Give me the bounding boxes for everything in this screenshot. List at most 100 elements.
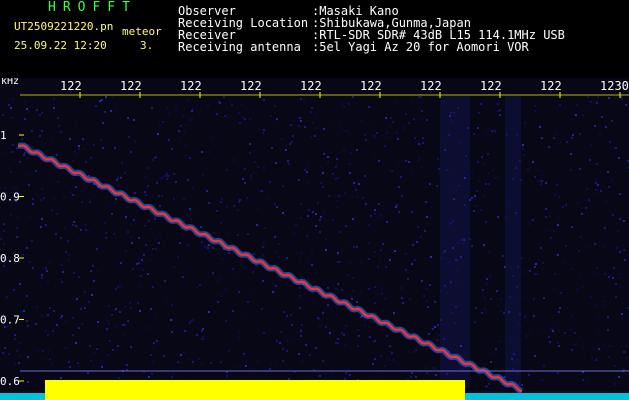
- noise-speck: [553, 288, 555, 290]
- noise-speck: [485, 183, 487, 185]
- noise-speck: [111, 213, 113, 215]
- noise-speck: [529, 332, 531, 334]
- noise-speck: [261, 190, 263, 192]
- noise-speck: [182, 276, 184, 278]
- time-tick-label: 122: [420, 79, 442, 93]
- noise-speck: [357, 345, 359, 347]
- noise-speck: [418, 143, 420, 145]
- noise-speck: [413, 241, 415, 243]
- noise-speck: [145, 194, 147, 196]
- noise-speck: [233, 205, 235, 207]
- noise-speck: [144, 225, 146, 227]
- noise-speck: [320, 182, 322, 184]
- noise-speck: [391, 170, 393, 172]
- noise-speck: [187, 244, 189, 246]
- noise-speck: [498, 100, 500, 102]
- noise-speck: [299, 295, 301, 297]
- noise-speck: [45, 330, 47, 332]
- noise-speck: [487, 175, 489, 177]
- noise-speck: [27, 381, 29, 383]
- noise-speck: [212, 272, 214, 274]
- noise-speck: [429, 183, 431, 185]
- noise-speck: [336, 133, 338, 135]
- noise-speck: [364, 319, 366, 321]
- noise-speck: [146, 258, 148, 260]
- noise-speck: [173, 367, 175, 369]
- noise-speck: [161, 177, 163, 179]
- noise-speck: [618, 376, 620, 378]
- noise-speck: [187, 99, 189, 101]
- noise-speck: [159, 124, 161, 126]
- noise-speck: [182, 115, 184, 117]
- noise-speck: [397, 163, 399, 165]
- noise-speck: [356, 301, 358, 303]
- noise-speck: [298, 353, 300, 355]
- noise-speck: [337, 261, 339, 263]
- noise-speck: [540, 183, 542, 185]
- noise-speck: [567, 211, 569, 213]
- noise-speck: [120, 178, 122, 180]
- noise-speck: [222, 319, 224, 321]
- noise-speck: [121, 162, 123, 164]
- noise-speck: [586, 188, 588, 190]
- noise-speck: [258, 129, 260, 131]
- noise-speck: [557, 109, 559, 111]
- noise-speck: [150, 228, 152, 230]
- noise-speck: [117, 184, 119, 186]
- noise-speck: [234, 276, 236, 278]
- noise-speck: [189, 322, 191, 324]
- noise-speck: [115, 325, 117, 327]
- noise-speck: [199, 111, 201, 113]
- noise-speck: [344, 192, 346, 194]
- noise-speck: [557, 372, 559, 374]
- noise-speck: [39, 114, 41, 116]
- noise-speck: [392, 121, 394, 123]
- noise-speck: [241, 117, 243, 119]
- yellow-signal-block: [45, 380, 465, 400]
- noise-speck: [341, 332, 343, 334]
- noise-speck: [488, 172, 490, 174]
- noise-speck: [427, 306, 429, 308]
- noise-speck: [10, 107, 12, 109]
- noise-speck: [474, 321, 476, 323]
- noise-speck: [371, 188, 373, 190]
- noise-speck: [597, 96, 599, 98]
- noise-speck: [315, 347, 317, 349]
- noise-speck: [424, 230, 426, 232]
- noise-speck: [323, 221, 325, 223]
- noise-speck: [495, 348, 497, 350]
- noise-speck: [239, 122, 241, 124]
- noise-speck: [335, 288, 337, 290]
- noise-speck: [500, 298, 502, 300]
- noise-speck: [166, 178, 168, 180]
- noise-speck: [61, 315, 63, 317]
- noise-speck: [360, 316, 362, 318]
- noise-speck: [8, 167, 10, 169]
- noise-speck: [315, 127, 317, 129]
- noise-speck: [308, 259, 310, 261]
- noise-speck: [391, 352, 393, 354]
- noise-speck: [201, 330, 203, 332]
- noise-speck: [201, 363, 203, 365]
- noise-speck: [63, 196, 65, 198]
- noise-speck: [485, 221, 487, 223]
- noise-speck: [411, 211, 413, 213]
- noise-speck: [269, 181, 271, 183]
- noise-speck: [549, 341, 551, 343]
- noise-speck: [16, 147, 18, 149]
- noise-speck: [343, 149, 345, 151]
- noise-speck: [238, 201, 240, 203]
- noise-speck: [503, 312, 505, 314]
- noise-speck: [132, 268, 134, 270]
- noise-speck: [555, 254, 557, 256]
- noise-speck: [290, 124, 292, 126]
- noise-speck: [147, 167, 149, 169]
- time-tick-label: 122: [300, 79, 322, 93]
- noise-speck: [93, 280, 95, 282]
- noise-speck: [274, 105, 276, 107]
- noise-speck: [188, 125, 190, 127]
- noise-speck: [75, 342, 77, 344]
- noise-speck: [483, 163, 485, 165]
- noise-speck: [437, 158, 439, 160]
- noise-speck: [589, 201, 591, 203]
